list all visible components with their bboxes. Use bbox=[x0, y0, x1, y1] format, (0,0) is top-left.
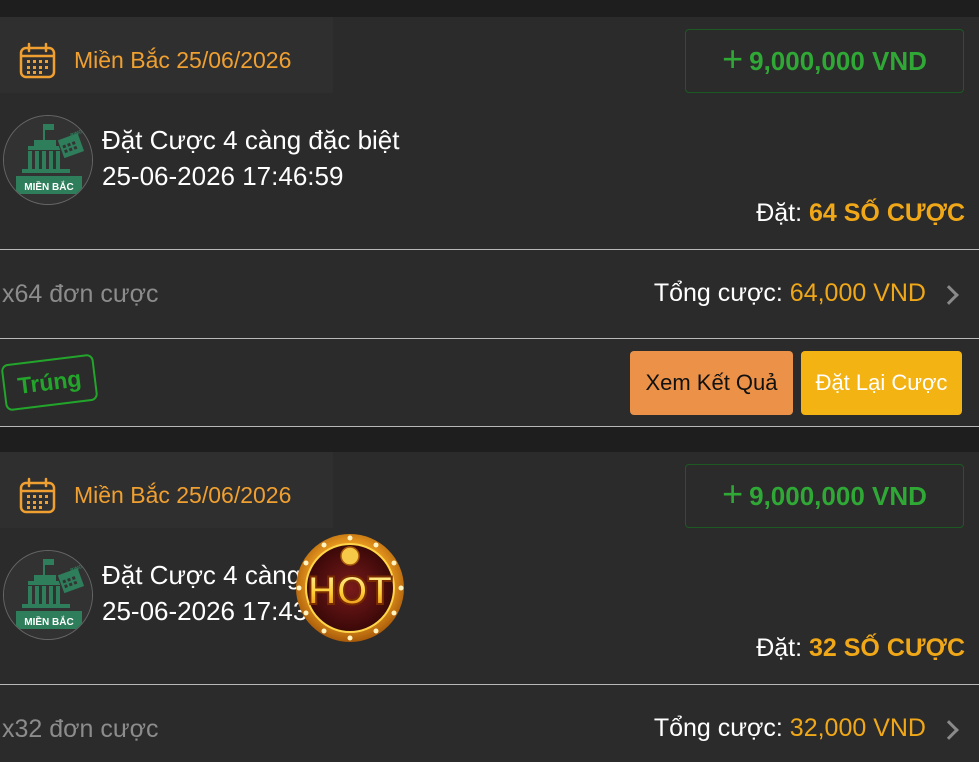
win-amount-badge: + 9,000,000 VND bbox=[685, 29, 964, 93]
region-date: Miền Bắc 25/06/2026 bbox=[74, 47, 292, 73]
calendar-icon bbox=[19, 42, 56, 79]
total-value: 32,000 VND bbox=[789, 714, 926, 742]
win-amount: 9,000,000 VND bbox=[749, 480, 927, 511]
rebet-button[interactable]: Đặt Lại Cược bbox=[801, 351, 962, 415]
bet-title: Đặt Cược 4 càng bbox=[102, 560, 302, 590]
bet-time: 25-06-2026 17:46:59 bbox=[102, 161, 344, 191]
bet-count-summary: Đặt: 32 SỐ CƯỢC bbox=[756, 634, 965, 663]
chevron-right-icon[interactable] bbox=[939, 720, 959, 740]
plus-icon: + bbox=[722, 38, 744, 79]
svg-text:HOT: HOT bbox=[308, 569, 392, 613]
mien-bac-logo-graphic: BINGO MIỀN BẮC bbox=[4, 551, 92, 639]
status-stamp: Trúng bbox=[0, 353, 99, 412]
win-amount-badge: + 9,000,000 VND bbox=[685, 464, 964, 528]
svg-text:MIỀN BẮC: MIỀN BẮC bbox=[24, 615, 73, 628]
card-gap bbox=[0, 428, 979, 452]
order-count: x64 đơn cược bbox=[2, 280, 159, 308]
total-label: Tổng cược: bbox=[653, 714, 783, 742]
total-bet[interactable]: Tổng cược: 64,000 VND bbox=[654, 279, 926, 308]
divider bbox=[0, 338, 979, 339]
mien-bac-logo-graphic: BINGO MIỀN BẮC bbox=[4, 116, 92, 204]
total-label: Tổng cược: bbox=[653, 279, 783, 307]
plus-icon: + bbox=[722, 473, 744, 514]
bets-label: Đặt: bbox=[756, 634, 803, 662]
bets-value: 32 SỐ CƯỢC bbox=[809, 634, 965, 662]
order-count: x32 đơn cược bbox=[2, 715, 159, 743]
divider bbox=[0, 249, 979, 250]
bets-label: Đặt: bbox=[756, 199, 803, 227]
bets-value: 64 SỐ CƯỢC bbox=[809, 199, 965, 227]
region-date: Miền Bắc 25/06/2026 bbox=[74, 482, 292, 508]
region-header: Miền Bắc 25/06/2026 bbox=[0, 17, 333, 93]
hot-badge[interactable]: HOT bbox=[289, 532, 411, 644]
bet-record-card[interactable]: Miền Bắc 25/06/2026 + 9,000,000 VND BING… bbox=[0, 17, 979, 427]
bet-count-summary: Đặt: 64 SỐ CƯỢC bbox=[756, 199, 965, 228]
chevron-right-icon[interactable] bbox=[939, 285, 959, 305]
svg-text:MIỀN BẮC: MIỀN BẮC bbox=[24, 180, 73, 193]
bet-time: 25-06-2026 17:43 bbox=[102, 596, 308, 626]
calendar-icon bbox=[19, 477, 56, 514]
view-result-button[interactable]: Xem Kết Quả bbox=[630, 351, 793, 415]
bet-record-card[interactable]: Miền Bắc 25/06/2026 + 9,000,000 VND BING… bbox=[0, 452, 979, 762]
mien-bac-logo: BINGO MIỀN BẮC bbox=[3, 115, 93, 205]
total-value: 64,000 VND bbox=[789, 279, 926, 307]
bet-title: Đặt Cược 4 càng đặc biệt bbox=[102, 125, 400, 155]
divider bbox=[0, 684, 979, 685]
mien-bac-logo: BINGO MIỀN BẮC bbox=[3, 550, 93, 640]
top-bar bbox=[0, 0, 979, 17]
region-header: Miền Bắc 25/06/2026 bbox=[0, 452, 333, 528]
divider bbox=[0, 426, 979, 427]
win-amount: 9,000,000 VND bbox=[749, 45, 927, 76]
total-bet[interactable]: Tổng cược: 32,000 VND bbox=[654, 714, 926, 743]
